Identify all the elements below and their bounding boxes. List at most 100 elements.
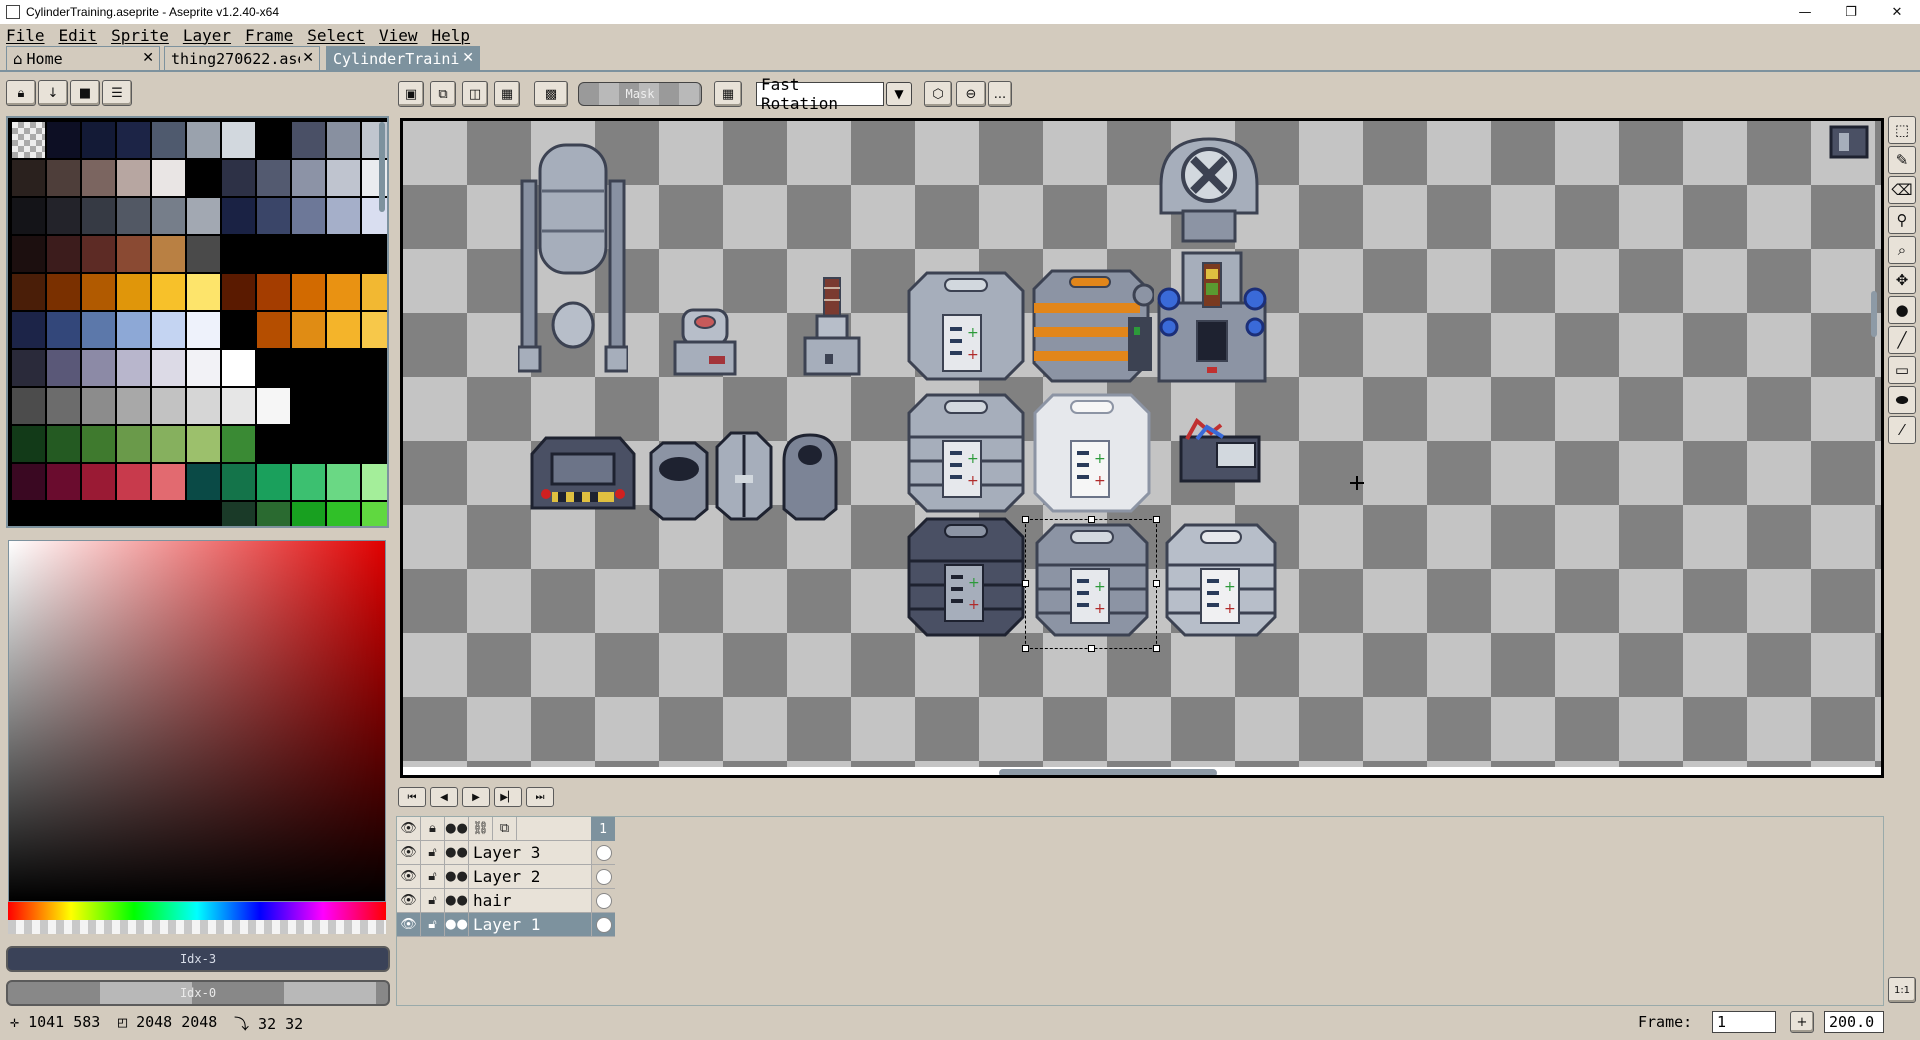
horizontal-scrollbar[interactable] — [999, 769, 1217, 775]
palette-swatch[interactable] — [47, 198, 80, 234]
visibility-header-icon[interactable]: 👁︎ — [397, 817, 421, 841]
menu-help[interactable]: Help — [432, 26, 471, 45]
zoom-one-to-one-button[interactable]: 1:1 — [1888, 977, 1916, 1003]
palette-swatch[interactable] — [222, 274, 255, 310]
selection-subtract-icon[interactable]: ◫ — [462, 81, 488, 107]
palette-swatch[interactable] — [117, 160, 150, 196]
palette-options-icon[interactable]: ☰ — [102, 80, 132, 106]
palette-swatch[interactable] — [117, 350, 150, 386]
vertical-scrollbar[interactable] — [1871, 291, 1877, 337]
menu-select[interactable]: Select — [307, 26, 365, 45]
palette-swatch[interactable] — [82, 236, 115, 272]
mask-color-button[interactable]: Mask — [578, 82, 702, 106]
palette-swatch[interactable] — [12, 236, 45, 272]
frame-cel[interactable] — [591, 865, 615, 889]
play-icon[interactable]: ▶ — [462, 787, 490, 807]
frame-cel[interactable] — [591, 913, 615, 937]
lock-header-icon[interactable]: 🔒︎ — [421, 817, 445, 841]
fill-tool-icon[interactable]: ● — [1888, 296, 1916, 324]
canvas-checkerboard[interactable]: + + + + + + + + + + + + — [403, 121, 1881, 767]
palette-swatch[interactable] — [12, 312, 45, 348]
layer-row[interactable]: 👁︎ 🔓︎ ●● Layer 1 — [397, 913, 615, 937]
marquee-tool-icon[interactable]: ⬚ — [1888, 116, 1916, 144]
palette-swatch[interactable] — [12, 160, 45, 196]
link-cels-icon[interactable]: ⛓ — [469, 817, 493, 841]
palette-swatch[interactable] — [12, 388, 45, 424]
minimize-button[interactable]: — — [1782, 0, 1828, 24]
selection-handle[interactable] — [1022, 645, 1029, 652]
line-tool-icon[interactable]: ╱ — [1888, 326, 1916, 354]
palette-swatch[interactable] — [187, 274, 220, 310]
palette-swatch[interactable] — [222, 198, 255, 234]
palette-swatch[interactable] — [82, 312, 115, 348]
zoom-tool-icon[interactable]: ⌕ — [1888, 236, 1916, 264]
palette-swatch[interactable] — [187, 464, 220, 500]
contour-tool-icon[interactable]: ⬬ — [1888, 386, 1916, 414]
selection-handle[interactable] — [1088, 645, 1095, 652]
palette-swatch[interactable] — [117, 236, 150, 272]
frame-cel[interactable] — [591, 841, 615, 865]
palette-swatch[interactable] — [327, 160, 360, 196]
palette-swatch[interactable] — [12, 426, 45, 462]
palette-swatch[interactable] — [292, 122, 325, 158]
pivot-icon[interactable]: ▦ — [714, 81, 742, 107]
palette-swatch[interactable] — [82, 426, 115, 462]
palette-swatch[interactable] — [152, 160, 185, 196]
menu-file[interactable]: File — [6, 26, 45, 45]
palette-swatch[interactable] — [117, 274, 150, 310]
palette-swatch[interactable] — [257, 312, 290, 348]
hue-slider[interactable] — [8, 902, 386, 920]
palette-swatch[interactable] — [292, 160, 325, 196]
eyedropper-tool-icon[interactable]: ⚲ — [1888, 206, 1916, 234]
move-tool-icon[interactable]: ✥ — [1888, 266, 1916, 294]
lock-palette-icon[interactable]: 🔒︎ — [6, 80, 36, 106]
selection-marquee[interactable] — [1022, 516, 1160, 652]
palette-swatch[interactable] — [292, 350, 325, 386]
layer-row[interactable]: 👁︎ 🔓︎ ●● Layer 2 — [397, 865, 615, 889]
continuous-layer-icon[interactable]: ●● — [445, 889, 469, 913]
palette-swatch[interactable] — [257, 464, 290, 500]
restore-button[interactable]: ❐ — [1828, 0, 1874, 24]
palette-swatch[interactable] — [152, 198, 185, 234]
palette-swatch[interactable] — [362, 312, 387, 348]
palette-swatch[interactable] — [257, 122, 290, 158]
palette-swatch[interactable] — [362, 274, 387, 310]
chevron-down-icon[interactable]: ▼ — [886, 82, 912, 106]
palette-scrollbar[interactable] — [379, 122, 385, 212]
layer-name[interactable]: Layer 1 — [469, 913, 591, 937]
palette-swatch[interactable] — [152, 502, 185, 526]
selection-handle[interactable] — [1153, 580, 1160, 587]
palette-swatch[interactable] — [187, 122, 220, 158]
sort-palette-icon[interactable]: ↓ — [38, 80, 68, 106]
palette-swatch[interactable] — [362, 426, 387, 462]
selection-handle[interactable] — [1088, 516, 1095, 523]
palette-swatch[interactable] — [82, 502, 115, 526]
palette-swatch[interactable] — [47, 464, 80, 500]
continuous-layer-icon[interactable]: ●● — [445, 841, 469, 865]
palette-swatch[interactable] — [187, 160, 220, 196]
palette-swatch[interactable] — [327, 198, 360, 234]
palette-swatch[interactable] — [82, 464, 115, 500]
palette-swatch[interactable] — [362, 388, 387, 424]
frame-input[interactable]: 1 — [1712, 1011, 1776, 1033]
palette-swatch[interactable] — [187, 426, 220, 462]
palette-swatch[interactable] — [47, 122, 80, 158]
palette-swatch[interactable] — [187, 236, 220, 272]
alpha-slider[interactable] — [8, 920, 386, 934]
palette-swatch[interactable] — [152, 274, 185, 310]
close-button[interactable]: ✕ — [1874, 0, 1920, 24]
palette-swatch[interactable] — [222, 426, 255, 462]
palette-swatch[interactable] — [327, 122, 360, 158]
lock-icon[interactable]: 🔓︎ — [421, 889, 445, 913]
palette-swatch[interactable] — [117, 502, 150, 526]
palette-swatch[interactable] — [152, 464, 185, 500]
palette-swatch[interactable] — [222, 312, 255, 348]
palette-swatch[interactable] — [12, 122, 45, 158]
palette-swatch[interactable] — [257, 236, 290, 272]
palette-swatch[interactable] — [117, 388, 150, 424]
palette-swatch[interactable] — [222, 236, 255, 272]
continuous-layer-icon[interactable]: ●● — [445, 913, 469, 937]
palette-swatch[interactable] — [222, 502, 255, 526]
eye-icon[interactable]: 👁︎ — [397, 865, 421, 889]
eye-icon[interactable]: 👁︎ — [397, 841, 421, 865]
